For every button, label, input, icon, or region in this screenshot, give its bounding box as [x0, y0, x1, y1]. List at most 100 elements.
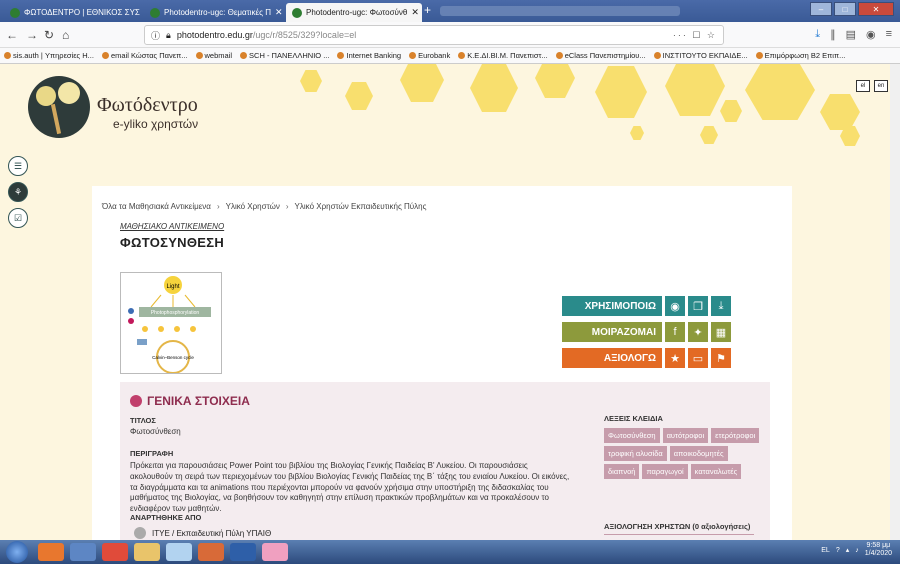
firefox-taskbar-icon[interactable] [38, 543, 64, 561]
toolbar-icons: ⤓ ∥ ▤ ◉ ≡ [815, 28, 892, 41]
breadcrumb-item[interactable]: Όλα τα Μαθησιακά Αντικείμενα [102, 202, 211, 211]
download-icon[interactable]: ⤓ [815, 28, 820, 41]
navigation-bar: ← → ↻ ⌂ ⓘ 🔒︎ photodentro.edu.gr/ugc/r/85… [0, 22, 900, 48]
tab-photodentro-photosynthesis[interactable]: Photodentro-ugc: Φωτοσύνθ ✕ [286, 3, 422, 22]
tab-label: ΦΩΤΟΔΕΝΤΡΟ | ΕΘΝΙΚΟΣ ΣΥΣ [24, 8, 140, 17]
decorative-hexagon [400, 64, 444, 102]
network-icon[interactable]: ▴ [846, 546, 850, 554]
start-button[interactable] [6, 541, 28, 563]
word-taskbar-icon[interactable] [230, 543, 256, 561]
powerpoint-taskbar-icon[interactable] [198, 543, 224, 561]
library-icon[interactable]: ∥ [830, 28, 836, 41]
facebook-icon[interactable]: f [665, 322, 685, 342]
url-actions-icon[interactable]: ··· ☐ ☆ [673, 30, 717, 41]
tab-close-icon[interactable]: ✕ [275, 7, 283, 18]
share-button[interactable]: ΜΟΙΡΑΖΟΜΑΙ [562, 322, 662, 342]
taskbar: EL ? ▴ ♪ 9:58 μμ 1/4/2020 [0, 540, 900, 564]
tab-photodentro-home[interactable]: ΦΩΤΟΔΕΝΤΡΟ | ΕΘΝΙΚΟΣ ΣΥΣ ✕ [4, 3, 142, 22]
lang-en-button[interactable]: en [874, 80, 888, 92]
bookmark-item[interactable]: sis.auth | Υπηρεσίες Η... [4, 51, 94, 60]
keyword-tag[interactable]: αποικοδομητές [669, 446, 728, 461]
keyword-tag[interactable]: διαπνοή [604, 464, 640, 479]
sidebar-icon[interactable]: ▤ [846, 28, 856, 41]
bookmark-icon [101, 52, 109, 59]
copy-icon[interactable]: ❐ [688, 296, 708, 316]
back-icon[interactable]: ← [6, 28, 18, 42]
reload-icon[interactable]: ↻ [44, 28, 54, 42]
keyword-tag[interactable]: αυτότροφοι [662, 428, 709, 443]
keyword-tag[interactable]: παραγωγοί [642, 464, 688, 479]
breadcrumb-item[interactable]: Υλικό Χρηστών [226, 202, 280, 211]
bookmark-item[interactable]: SCH - ΠΑΝΕΛΛΗΝΙΟ ... [240, 51, 329, 60]
action-buttons: ΧΡΗΣΙΜΟΠΟΙΩ ◉ ❐ ⤓ ΜΟΙΡΑΖΟΜΑΙ f ✦ ▦ ΑΞΙΟΛ… [562, 296, 731, 368]
bookmark-item[interactable]: Κ.Ε.ΔΙ.ΒΙ.Μ. Πανεπιστ... [458, 51, 548, 60]
bookmark-item[interactable]: ΙΝΣΤΙΤΟΥΤΟ ΕΚΠΑΙΔΕ... [653, 51, 748, 60]
photodentro-tree-icon[interactable]: ⚘ [8, 182, 28, 202]
forward-icon[interactable]: → [26, 28, 38, 42]
rate-button[interactable]: ΑΞΙΟΛΟΓΩ [562, 348, 662, 368]
home-icon[interactable]: ⌂ [62, 28, 69, 42]
clock[interactable]: 9:58 μμ 1/4/2020 [865, 542, 892, 559]
account-icon[interactable]: ◉ [866, 28, 876, 41]
folder-taskbar-icon[interactable] [134, 543, 160, 561]
keyword-tag[interactable]: ετερότροφοι [711, 428, 760, 443]
use-button[interactable]: ΧΡΗΣΙΜΟΠΟΙΩ [562, 296, 662, 316]
description-label: ΠΕΡΙΓΡΑΦΗ [130, 449, 174, 458]
maximize-button[interactable]: □ [834, 2, 856, 16]
volume-icon[interactable]: ♪ [855, 547, 859, 554]
address-bar[interactable]: ⓘ 🔒︎ photodentro.edu.gr/ugc/r/8525/329?l… [144, 25, 724, 45]
tab-close-icon[interactable]: ✕ [411, 7, 419, 18]
tab-photodentro-themes[interactable]: Photodentro-ugc: Θεματικές Π ✕ [144, 3, 284, 22]
qr-code-icon[interactable]: ▦ [711, 322, 731, 342]
lock-icon: 🔒︎ [166, 29, 171, 40]
resource-thumbnail[interactable]: Light Photophosphorylation Calvin–Benson… [120, 272, 222, 374]
page-scrollbar[interactable] [890, 64, 900, 540]
paint-taskbar-icon[interactable] [262, 543, 288, 561]
windows-explorer-taskbar-icon[interactable] [70, 543, 96, 561]
download-resource-icon[interactable]: ⤓ [711, 296, 731, 316]
new-tab-button[interactable]: + [424, 3, 431, 17]
rating-label: ΑΞΙΟΛΟΓΗΣΗ ΧΡΗΣΤΩΝ (0 αξιολογήσεις) [604, 522, 751, 531]
keyword-tag[interactable]: καταναλωτές [690, 464, 742, 479]
decorative-hexagon [745, 64, 815, 120]
bookmark-item[interactable]: Eurobank [409, 51, 450, 60]
bookmark-item[interactable]: webmail [195, 51, 232, 60]
checklist-icon[interactable]: ☑ [8, 208, 28, 228]
bookmark-item[interactable]: eClass Πανεπιστημίου... [555, 51, 646, 60]
diagram-process-label: Photophosphorylation [151, 310, 200, 316]
chrome-taskbar-icon[interactable] [102, 543, 128, 561]
bookmark-icon [195, 52, 203, 59]
tab-favicon [292, 7, 302, 18]
minimize-button[interactable]: – [810, 2, 832, 16]
publisher-avatar-icon [134, 527, 146, 539]
tab-label: Photodentro-ugc: Θεματικές Π [164, 8, 271, 17]
bookmark-item[interactable]: Internet Banking [337, 51, 401, 60]
language-indicator[interactable]: EL [821, 547, 830, 554]
menu-icon[interactable]: ≡ [886, 28, 892, 41]
help-icon[interactable]: ? [836, 547, 840, 554]
close-window-button[interactable]: ✕ [858, 2, 894, 16]
keyword-tag[interactable]: Φωτοσύνθεση [604, 428, 660, 443]
site-brand[interactable]: Φωτόδεντρο e-yliko χρηστών [97, 94, 198, 131]
twitter-icon[interactable]: ✦ [688, 322, 708, 342]
view-icon[interactable]: ◉ [665, 296, 685, 316]
comment-icon[interactable]: ▭ [688, 348, 708, 368]
media-taskbar-icon[interactable] [166, 543, 192, 561]
bookmark-icon [409, 52, 417, 59]
bookmark-icon [337, 52, 345, 59]
lang-el-button[interactable]: el [856, 80, 870, 92]
decorative-hexagon [630, 126, 644, 140]
breadcrumb-item[interactable]: Υλικό Χρηστών Εκπαιδευτικής Πύλης [295, 202, 427, 211]
flag-icon[interactable]: ⚑ [711, 348, 731, 368]
rating-divider [604, 534, 754, 535]
menu-toggle-icon[interactable]: ☰ [8, 156, 28, 176]
info-icon[interactable]: ⓘ [151, 29, 160, 42]
blurred-tab-area [440, 6, 680, 16]
use-row: ΧΡΗΣΙΜΟΠΟΙΩ ◉ ❐ ⤓ [562, 296, 731, 316]
content-card: Όλα τα Μαθησιακά Αντικείμενα › Υλικό Χρη… [92, 186, 792, 540]
bookmark-item[interactable]: email Κώστας Πανεπ... [101, 51, 188, 60]
keyword-tag[interactable]: τροφική αλυσίδα [604, 446, 667, 461]
publisher[interactable]: ΙΤΥΕ / Εκπαιδευτική Πύλη ΥΠΑΙΘ [134, 527, 271, 539]
star-icon[interactable]: ★ [665, 348, 685, 368]
bookmark-item[interactable]: Επιμόρφωση Β2 Επιπ... [755, 51, 845, 60]
